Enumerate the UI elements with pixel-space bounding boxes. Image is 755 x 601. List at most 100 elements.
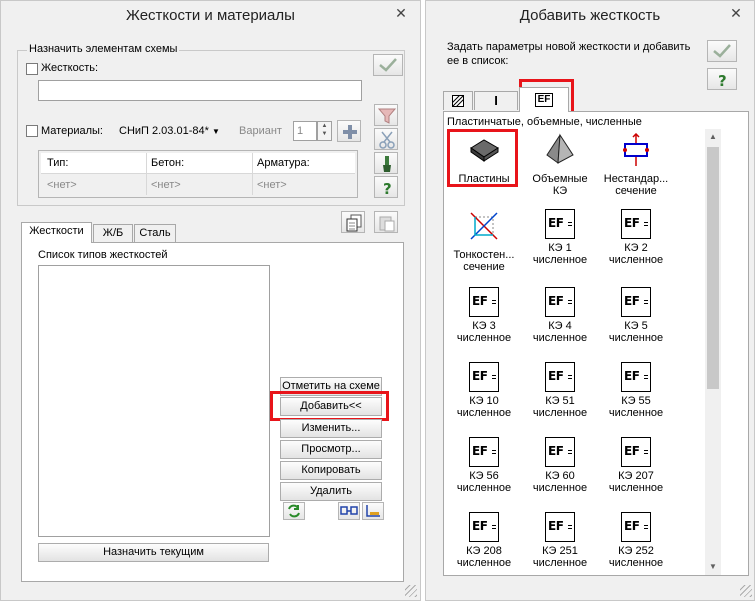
variant-spinner[interactable]: ▲ ▼ [317,121,332,141]
cut-button[interactable] [374,128,398,150]
item-line2: численное [608,482,664,494]
item-plates[interactable]: Пластины [446,133,522,185]
paste-list-button[interactable] [374,211,398,233]
tab-steel[interactable]: Сталь [134,224,176,243]
apply-button[interactable] [373,54,403,76]
item-line2: численное [456,332,512,344]
item-thin-walled-section[interactable]: Тонкостен... сечение [446,209,522,273]
ef-icon: EF [545,209,575,239]
item-fe10-numeric[interactable]: EF КЭ 10 численное [446,362,522,419]
refresh-button[interactable] [283,502,305,520]
tab-numeric[interactable]: EF [519,87,569,112]
item-fe251-numeric[interactable]: EF КЭ 251 численное [522,512,598,569]
item-line2: численное [608,407,664,419]
item-line2: численное [532,332,588,344]
edit-button[interactable]: Изменить... [280,419,382,438]
assign-current-button[interactable]: Назначить текущим [38,543,269,562]
plus-icon [343,125,357,139]
header-concrete: Бетон: [151,157,185,169]
norm-value: СНиП 2.03.01-84* [119,125,209,137]
item-line1: КЭ 5 [624,320,648,332]
item-fe252-numeric[interactable]: EF КЭ 252 численное [598,512,674,569]
item-line1: Объемные [532,173,588,185]
norm-select[interactable]: СНиП 2.03.01-84* ▼ [119,125,220,137]
item-fe3-numeric[interactable]: EF КЭ 3 численное [446,287,522,344]
mark-on-scheme-button[interactable]: Отметить на схеме [280,377,382,396]
apply-button-right[interactable] [707,40,737,62]
item-fe4-numeric[interactable]: EF КЭ 4 численное [522,287,598,344]
ef-icon: EF [621,437,651,467]
item-line1: КЭ 10 [469,395,499,407]
description-text: Задать параметры новой жесткости и добав… [447,41,691,67]
item-line2: численное [456,482,512,494]
item-line1: КЭ 251 [542,545,578,557]
ef-icon: EF [469,512,499,542]
materials-checkbox[interactable] [26,125,38,137]
plate-icon [470,139,499,162]
help-button-right[interactable]: ? [707,68,737,90]
add-material-button[interactable] [337,120,361,142]
item-line2: численное [456,557,512,569]
ef-icon: EF [545,362,575,392]
assign-group-label: Назначить элементам схемы [27,43,180,55]
copy-button[interactable]: Копировать [280,461,382,480]
paste-icon [379,216,395,232]
scroll-thumb[interactable] [707,147,719,389]
stiffness-checkbox[interactable] [26,63,38,75]
left-close-button[interactable]: ✕ [387,2,415,24]
connect-button[interactable] [338,502,360,520]
right-close-button[interactable]: ✕ [722,2,750,24]
sort-button[interactable] [362,502,384,520]
item-fe1-numeric[interactable]: EF КЭ 1 численное [522,209,598,266]
tab-stiffness[interactable]: Жесткости [21,222,92,243]
question-icon: ? [718,72,727,89]
help-button-left[interactable]: ? [374,176,398,198]
item-line1: КЭ 208 [466,545,502,557]
tab-ibeam[interactable]: I [474,91,518,110]
item-line2: численное [532,254,588,266]
svg-text:?: ? [718,72,727,89]
header-type: Тип: [47,157,69,169]
brush-button[interactable] [374,152,398,174]
ef-icon: EF [545,437,575,467]
spin-up-icon: ▲ [321,123,328,129]
filter-button[interactable] [374,104,398,126]
delete-button[interactable]: Удалить [280,482,382,501]
ef-tab-icon: EF [534,93,554,107]
item-fe51-numeric[interactable]: EF КЭ 51 численное [522,362,598,419]
item-line2: КЭ [552,185,568,197]
svg-text:?: ? [383,180,392,197]
tab-hatch[interactable] [443,91,473,110]
stiffness-field[interactable] [38,80,362,101]
variant-label: Вариант [239,125,282,137]
variant-field[interactable]: 1 [293,121,317,141]
ef-icon: EF [621,209,651,239]
check-icon [379,58,397,72]
item-line1: КЭ 56 [469,470,499,482]
item-fe56-numeric[interactable]: EF КЭ 56 численное [446,437,522,494]
resize-grip-icon[interactable] [405,585,417,597]
item-solid-fe[interactable]: Объемные КЭ [522,133,598,197]
item-fe55-numeric[interactable]: EF КЭ 55 численное [598,362,674,419]
item-fe208-numeric[interactable]: EF КЭ 208 численное [446,512,522,569]
scroll-down-icon[interactable]: ▼ [705,559,721,575]
item-fe2-numeric[interactable]: EF КЭ 2 численное [598,209,674,266]
item-fe207-numeric[interactable]: EF КЭ 207 численное [598,437,674,494]
copy-list-button[interactable] [341,211,365,233]
scrollbar[interactable]: ▲ ▼ [705,129,721,575]
item-line1: КЭ 51 [545,395,575,407]
link-icon [340,506,358,515]
item-line2: численное [608,557,664,569]
item-fe5-numeric[interactable]: EF КЭ 5 численное [598,287,674,344]
stiffness-list[interactable] [38,265,270,537]
scroll-up-icon[interactable]: ▲ [705,129,721,145]
ef-icon: EF [545,287,575,317]
ef-icon: EF [545,512,575,542]
item-fe60-numeric[interactable]: EF КЭ 60 численное [522,437,598,494]
item-nonstandard-section[interactable]: Нестандар... сечение [598,132,674,197]
resize-grip-icon[interactable] [740,585,752,597]
view-button[interactable]: Просмотр... [280,440,382,459]
add-button[interactable]: Добавить<< [280,397,382,416]
tab-rc[interactable]: Ж/Б [93,224,133,243]
item-line1: КЭ 4 [548,320,572,332]
